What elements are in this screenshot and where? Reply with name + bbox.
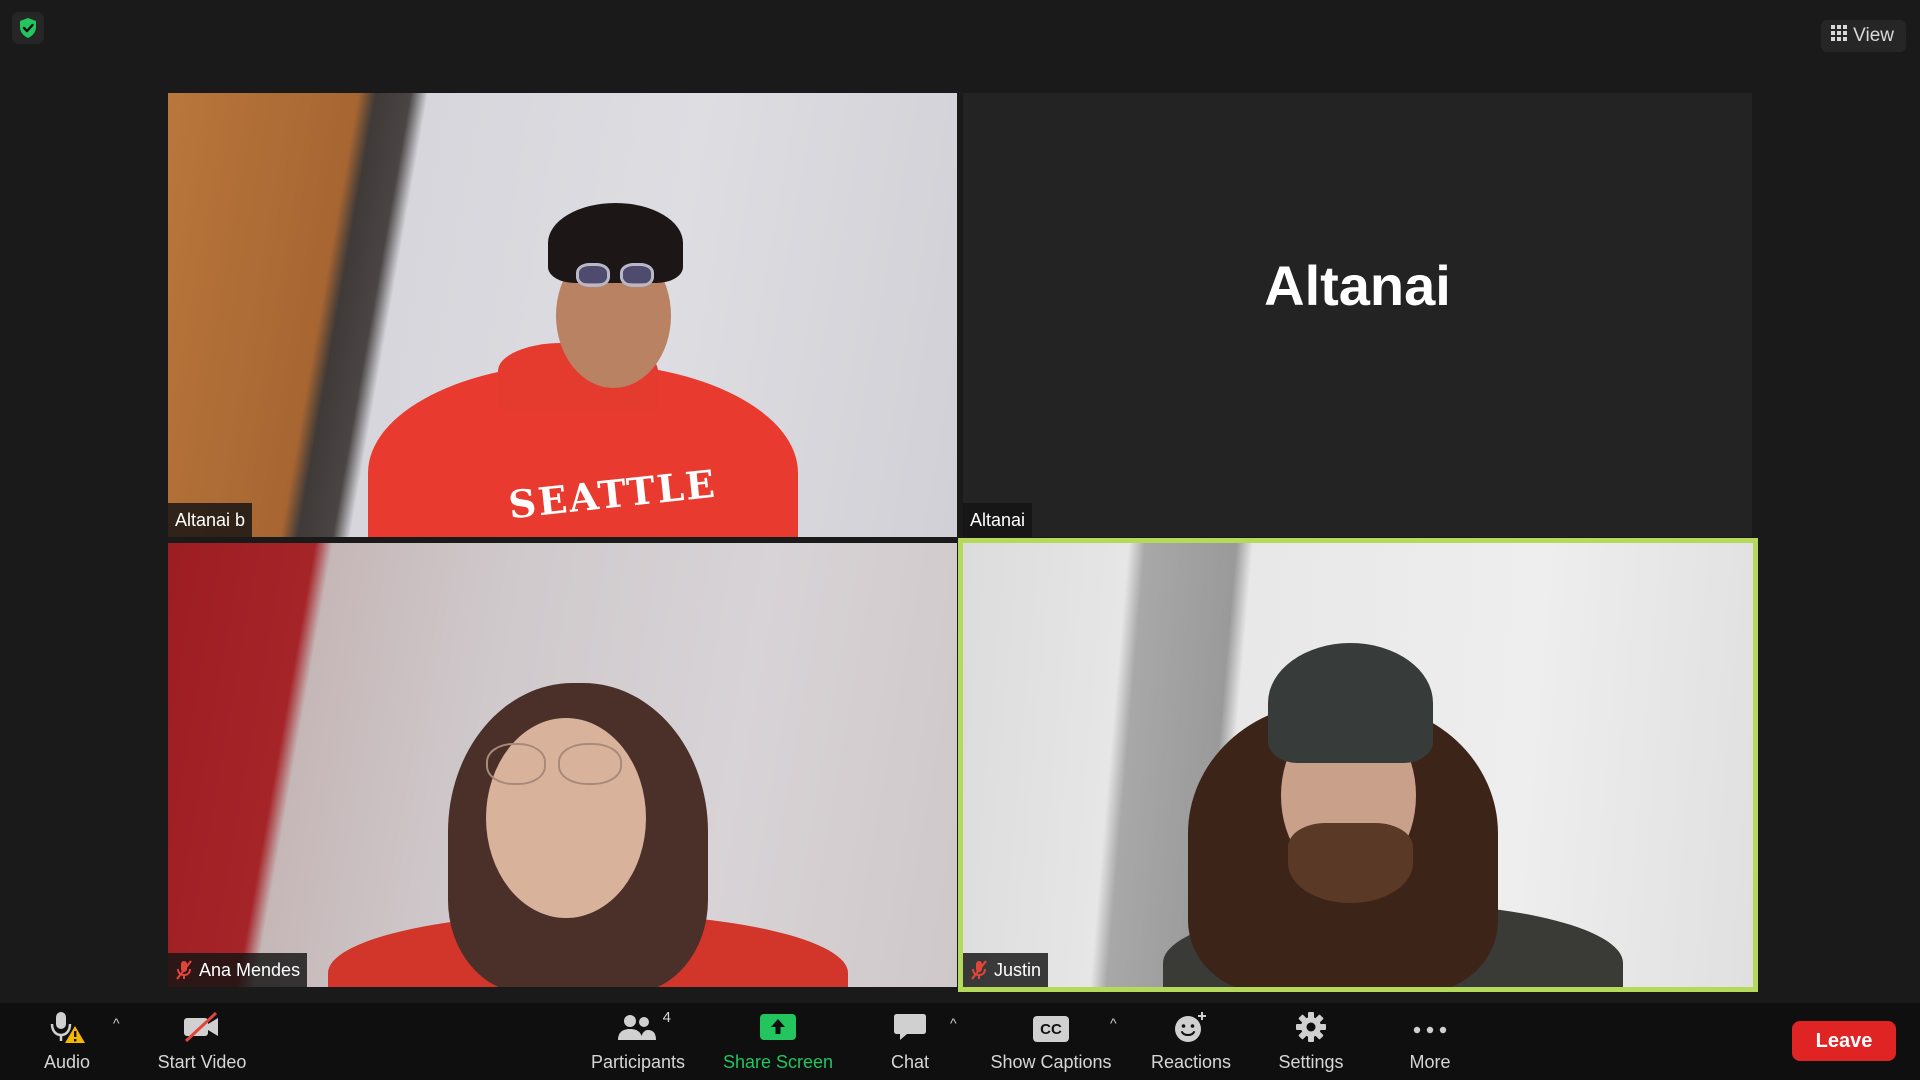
- participant-name-tag: Altanai b: [168, 503, 253, 537]
- participants-icon: [617, 1012, 659, 1047]
- participant-name: Justin: [994, 959, 1042, 980]
- meeting-toolbar: Audio ^ Start Video 4 Participants Share…: [0, 1003, 1920, 1080]
- video-tile-altanai[interactable]: Altanai Altanai: [963, 93, 1752, 537]
- participant-name: Ana Mendes: [199, 959, 301, 980]
- captions-options-caret[interactable]: ^: [1110, 1015, 1117, 1031]
- participant-video: SEATTLE: [168, 93, 957, 537]
- video-tile-justin-active-speaker[interactable]: Justin: [958, 538, 1758, 992]
- participants-label: Participants: [590, 1052, 686, 1072]
- shield-check-icon[interactable]: [12, 12, 44, 44]
- more-button[interactable]: More: [1402, 1003, 1458, 1080]
- start-video-label: Start Video: [157, 1052, 247, 1072]
- participant-display-name: Altanai: [1264, 253, 1451, 317]
- start-video-button[interactable]: Start Video: [154, 1003, 250, 1080]
- video-tile-altanai-b[interactable]: SEATTLE Altanai b: [168, 93, 957, 537]
- audio-label: Audio: [43, 1052, 91, 1072]
- reactions-label: Reactions: [1150, 1052, 1232, 1072]
- participant-name: Altanai: [970, 509, 1026, 530]
- participants-button[interactable]: 4 Participants: [584, 1003, 692, 1080]
- chat-button[interactable]: Chat: [880, 1003, 940, 1080]
- audio-button[interactable]: Audio: [38, 1003, 96, 1080]
- participants-count: 4: [662, 1009, 671, 1026]
- share-screen-icon: [759, 1012, 797, 1047]
- chat-bubble-icon: [893, 1012, 927, 1047]
- share-screen-label: Share Screen: [722, 1052, 834, 1072]
- muted-mic-icon: [175, 960, 193, 980]
- top-bar: View: [0, 0, 1920, 80]
- grid-icon: [1831, 25, 1848, 47]
- share-screen-button[interactable]: Share Screen: [718, 1003, 838, 1080]
- chat-options-caret[interactable]: ^: [950, 1015, 957, 1031]
- participant-video: [963, 543, 1753, 987]
- leave-button[interactable]: Leave: [1792, 1021, 1896, 1061]
- video-off-icon: [182, 1011, 222, 1048]
- view-button[interactable]: View: [1821, 20, 1906, 52]
- microphone-warning-icon: [47, 1010, 87, 1049]
- muted-mic-icon: [970, 960, 988, 980]
- video-tile-ana-mendes[interactable]: Ana Mendes: [168, 543, 957, 987]
- gear-icon: [1295, 1011, 1327, 1048]
- participant-name: Altanai b: [175, 509, 246, 530]
- closed-captions-icon: CC: [1033, 1016, 1069, 1042]
- participant-name-tag: Ana Mendes: [168, 953, 308, 987]
- ellipsis-icon: [1412, 1019, 1448, 1040]
- settings-label: Settings: [1278, 1052, 1344, 1072]
- participant-name-tag: Justin: [963, 953, 1049, 987]
- view-label: View: [1853, 25, 1894, 46]
- reactions-button[interactable]: Reactions: [1148, 1003, 1234, 1080]
- audio-options-caret[interactable]: ^: [113, 1015, 120, 1031]
- show-captions-label: Show Captions: [990, 1052, 1112, 1072]
- participant-video: [168, 543, 957, 987]
- more-label: More: [1409, 1052, 1451, 1072]
- settings-button[interactable]: Settings: [1276, 1003, 1346, 1080]
- smiley-plus-icon: [1173, 1011, 1209, 1048]
- chat-label: Chat: [890, 1052, 930, 1072]
- participant-name-tag: Altanai: [963, 503, 1033, 537]
- show-captions-button[interactable]: CC Show Captions: [986, 1003, 1116, 1080]
